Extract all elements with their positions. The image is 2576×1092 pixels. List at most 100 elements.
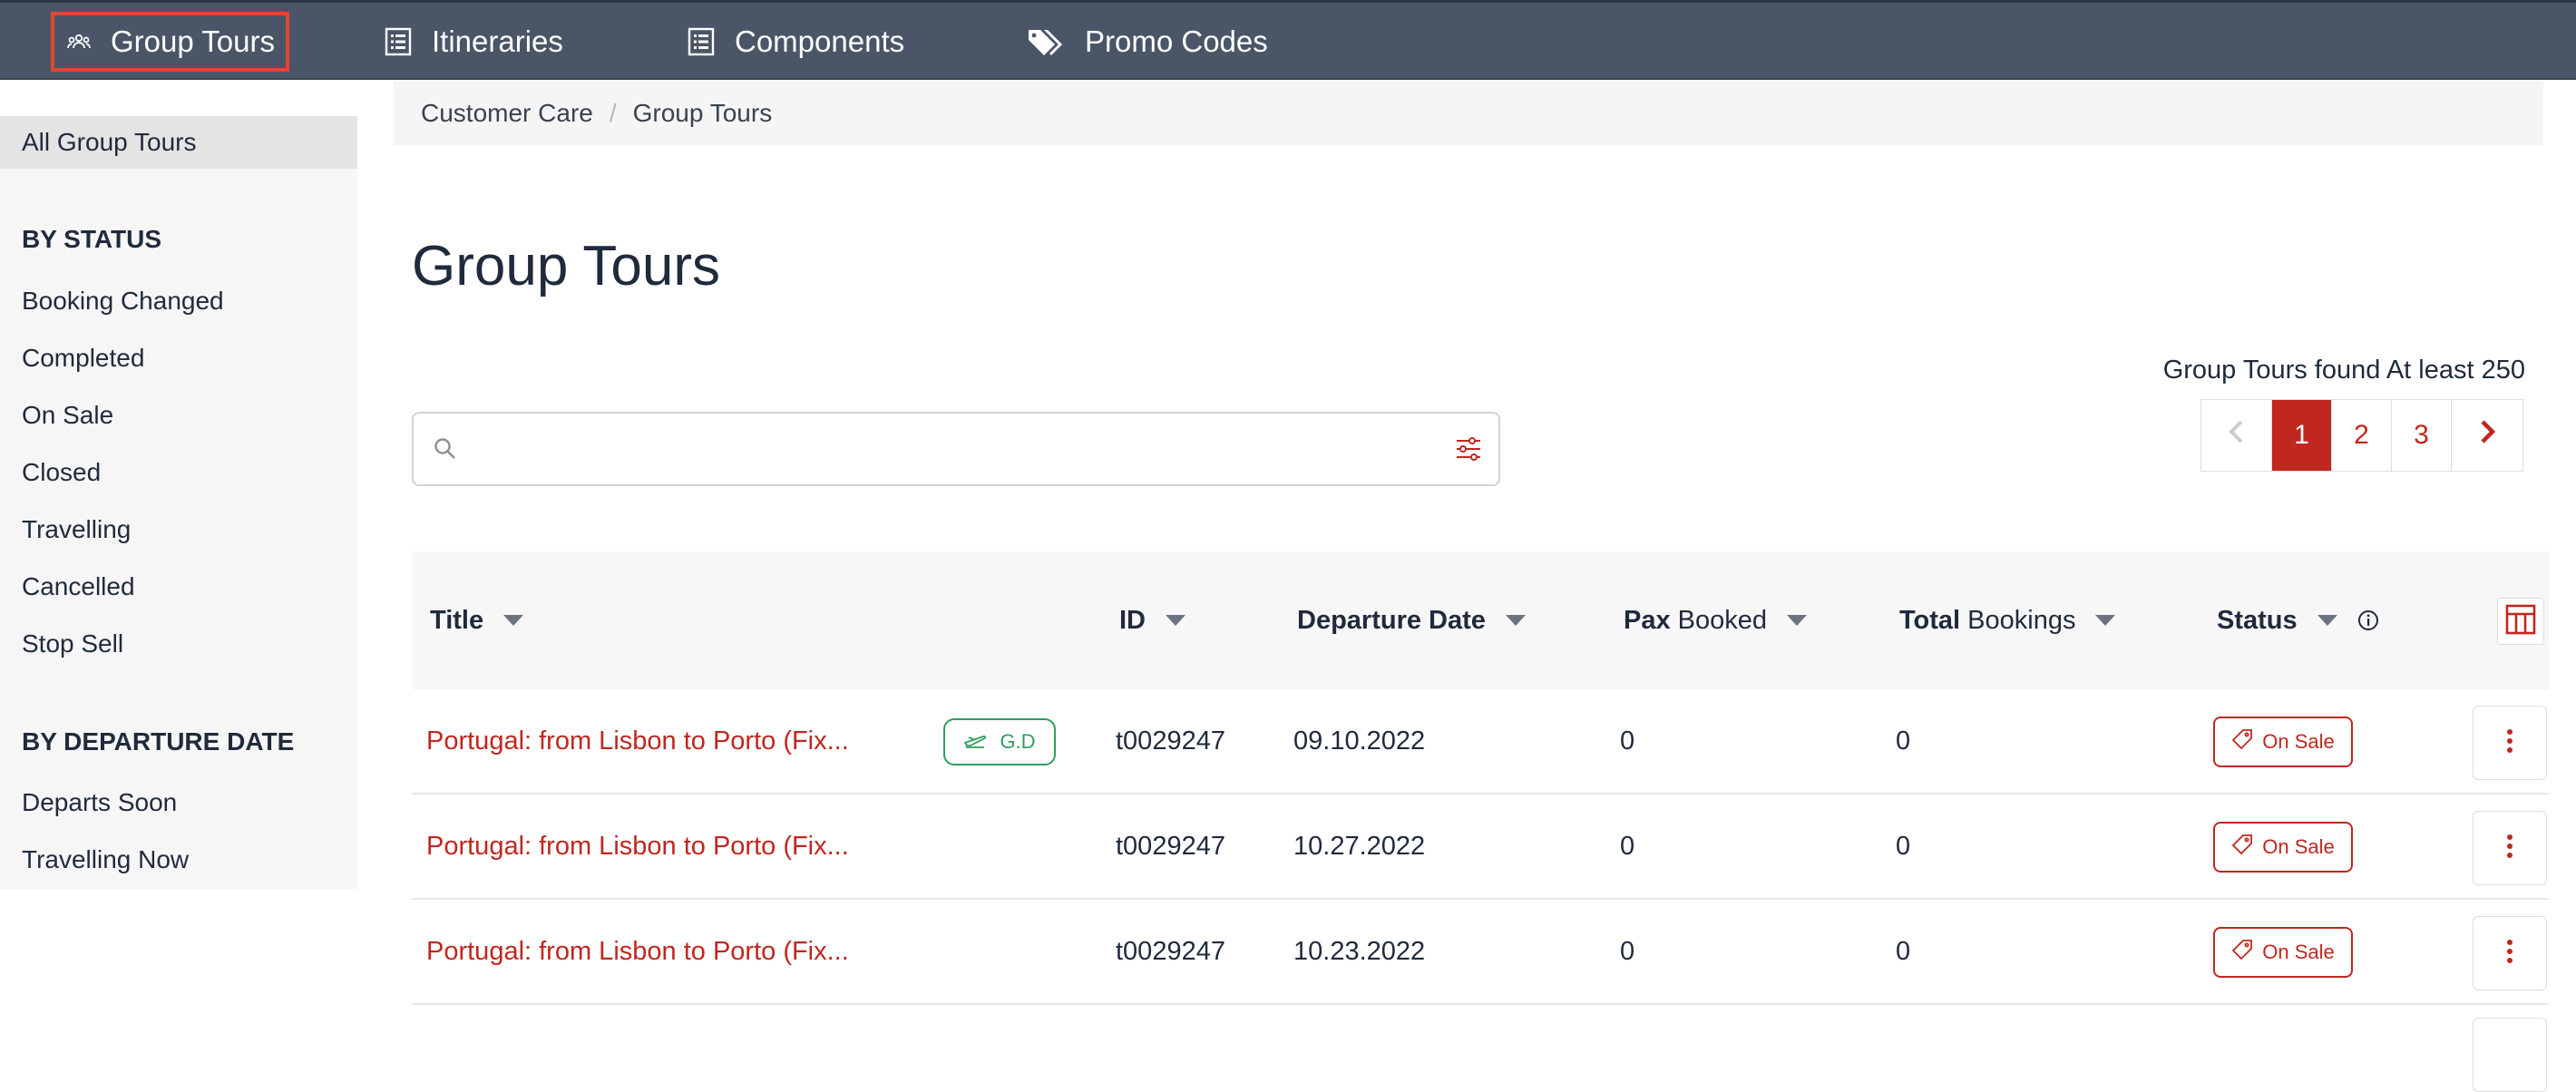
row-actions-button[interactable] <box>2473 1018 2547 1092</box>
nav-item-label: Itineraries <box>432 24 563 58</box>
nav-item-components[interactable]: Components <box>688 12 904 72</box>
status-label: On Sale <box>2262 835 2335 858</box>
row-actions-button[interactable] <box>2473 706 2547 780</box>
tag-icon <box>2231 834 2253 861</box>
total-bookings: 0 <box>1896 831 1911 861</box>
sidebar-heading-by-departure-date: BY DEPARTURE DATE <box>22 727 295 756</box>
breadcrumb-separator: / <box>609 99 617 127</box>
pagination: 1 2 3 <box>2200 399 2523 472</box>
results-count: Group Tours found At least 250 <box>2162 356 2525 385</box>
column-header-departure-date[interactable]: Departure Date <box>1297 551 1526 689</box>
sidebar-item-booking-changed[interactable]: Booking Changed <box>22 287 224 316</box>
column-header-label: Status <box>2217 605 2298 635</box>
sidebar-item-all-group-tours[interactable]: All Group Tours <box>0 116 357 169</box>
pax-booked: 0 <box>1620 936 1635 966</box>
top-navigation: Group Tours Itineraries Components Promo… <box>0 0 2576 80</box>
nav-item-itineraries[interactable]: Itineraries <box>385 12 563 72</box>
tags-icon <box>1027 27 1065 56</box>
sidebar-heading-by-status: BY STATUS <box>22 225 162 253</box>
nav-item-group-tours[interactable]: Group Tours <box>51 12 289 72</box>
pax-booked: 0 <box>1620 726 1635 756</box>
column-header-label: Departure Date <box>1297 605 1486 635</box>
sidebar-item-stop-sell[interactable]: Stop Sell <box>22 629 123 658</box>
status-badge[interactable]: On Sale <box>2213 822 2353 873</box>
column-settings-button[interactable] <box>2497 598 2544 645</box>
sidebar-item-cancelled[interactable]: Cancelled <box>22 572 135 601</box>
tour-title-link[interactable]: Portugal: from Lisbon to Porto (Fix... <box>426 726 849 756</box>
column-header-label: Bookings <box>1960 605 2076 635</box>
tour-title-cell: Portugal: from Lisbon to Porto (Fix... <box>426 689 849 793</box>
departure-date: 10.23.2022 <box>1293 936 1426 966</box>
status-label: On Sale <box>2262 941 2335 963</box>
pagination-page-1[interactable]: 1 <box>2272 400 2332 471</box>
sort-caret-icon <box>1505 615 1526 626</box>
sort-caret-icon <box>2317 615 2337 626</box>
table-row: Portugal: from Lisbon to Porto (Fix... G… <box>412 689 2549 795</box>
tag-icon <box>2231 939 2253 966</box>
status-badge[interactable]: On Sale <box>2213 927 2353 978</box>
group-icon <box>67 33 91 51</box>
info-icon[interactable] <box>2357 609 2379 631</box>
column-header-label: Booked <box>1670 605 1768 635</box>
table-header: Title ID Departure Date Pax Booked Total… <box>412 551 2549 689</box>
tour-id: t0029247 <box>1116 831 1225 861</box>
list-icon <box>385 27 412 56</box>
departure-date: 09.10.2022 <box>1293 726 1426 756</box>
tour-title-link[interactable]: Portugal: from Lisbon to Porto (Fix... <box>426 832 849 862</box>
filter-sliders-icon[interactable] <box>1455 435 1482 467</box>
tour-title-cell: Portugal: from Lisbon to Porto (Fix... <box>426 795 849 898</box>
column-header-total-bookings[interactable]: Total Bookings <box>1899 551 2116 689</box>
sort-caret-icon <box>1166 615 1186 626</box>
sidebar-item-closed[interactable]: Closed <box>22 458 101 487</box>
table-row: Portugal: from Lisbon to Porto (Fix... t… <box>412 900 2549 1005</box>
nav-item-label: Components <box>735 24 905 58</box>
tag-icon <box>2231 728 2253 756</box>
kebab-menu-icon <box>2506 834 2513 863</box>
table-columns-icon <box>2505 604 2536 639</box>
departure-date: 10.27.2022 <box>1293 831 1426 861</box>
sidebar: All Group Tours BY STATUS Booking Change… <box>0 116 357 889</box>
column-header-pax-booked[interactable]: Pax Booked <box>1624 551 1808 689</box>
gd-badge-label: G.D <box>1000 730 1036 753</box>
breadcrumb: Customer Care / Group Tours <box>394 82 2543 145</box>
pagination-next-button[interactable] <box>2452 400 2522 471</box>
search-box <box>412 412 1500 486</box>
tour-id: t0029247 <box>1116 726 1225 756</box>
sort-caret-icon <box>1787 615 1808 626</box>
sidebar-item-departs-soon[interactable]: Departs Soon <box>22 788 177 817</box>
sidebar-item-travelling[interactable]: Travelling <box>22 515 131 544</box>
page-title: Group Tours <box>412 235 721 297</box>
row-actions-button[interactable] <box>2473 916 2547 990</box>
status-badge[interactable]: On Sale <box>2213 717 2353 767</box>
sidebar-item-completed[interactable]: Completed <box>22 344 144 373</box>
sidebar-item-travelling-now[interactable]: Travelling Now <box>22 845 189 874</box>
tour-title-cell: Portugal: from Lisbon to Porto (Fix... <box>426 900 849 1003</box>
pagination-page-2[interactable]: 2 <box>2332 400 2392 471</box>
search-icon <box>434 437 457 465</box>
chevron-left-icon <box>2227 419 2247 452</box>
nav-item-promo-codes[interactable]: Promo Codes <box>1027 12 1268 72</box>
column-header-title[interactable]: Title <box>430 551 524 689</box>
pagination-page-3[interactable]: 3 <box>2392 400 2452 471</box>
gd-badge: G.D <box>943 718 1056 765</box>
column-header-label: Title <box>430 605 484 635</box>
column-header-label-bold: Pax <box>1624 605 1671 635</box>
nav-item-label: Promo Codes <box>1085 24 1268 58</box>
search-input[interactable] <box>472 423 1415 475</box>
pax-booked: 0 <box>1620 831 1635 861</box>
status-label: On Sale <box>2262 730 2335 753</box>
breadcrumb-item-customer-care[interactable]: Customer Care <box>421 99 593 128</box>
total-bookings: 0 <box>1896 726 1911 756</box>
sidebar-item-on-sale[interactable]: On Sale <box>22 401 113 430</box>
chevron-right-icon <box>2477 419 2497 452</box>
breadcrumb-item-group-tours: Group Tours <box>632 99 773 127</box>
pagination-prev-button[interactable] <box>2201 400 2272 471</box>
kebab-menu-icon <box>2506 939 2513 969</box>
table-row: Portugal: from Lisbon to Porto (Fix... t… <box>412 795 2549 900</box>
column-header-status[interactable]: Status <box>2217 551 2379 689</box>
row-actions-button[interactable] <box>2473 811 2547 885</box>
table-row-partial <box>412 1005 2549 1092</box>
column-header-id[interactable]: ID <box>1119 551 1186 689</box>
column-header-label-bold: Total <box>1899 605 1961 635</box>
tour-title-link[interactable]: Portugal: from Lisbon to Porto (Fix... <box>426 937 849 967</box>
